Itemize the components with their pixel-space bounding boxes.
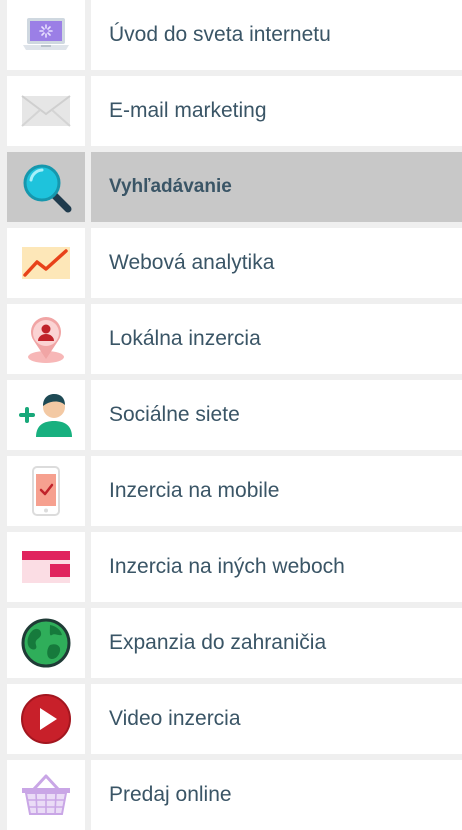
globe-icon — [20, 617, 72, 669]
menu-item-online-sales[interactable]: Predaj online — [0, 760, 462, 830]
menu-item-label: Vyhľadávanie — [109, 176, 232, 197]
menu-item-label-box: Webová analytika — [91, 228, 462, 298]
add-person-icon — [18, 391, 74, 439]
menu-item-label: Sociálne siete — [109, 403, 240, 426]
menu-item-icon-box — [7, 684, 85, 754]
menu-item-icon-box — [7, 532, 85, 602]
menu-item-video-ads[interactable]: Video inzercia — [0, 684, 462, 754]
menu-item-label: E-mail marketing — [109, 99, 267, 122]
menu-item-icon-box — [7, 0, 85, 70]
menu-item-label-box: Video inzercia — [91, 684, 462, 754]
menu-item-search[interactable]: Vyhľadávanie — [0, 152, 462, 222]
menu-item-label-box: E-mail marketing — [91, 76, 462, 146]
menu-item-label-box: Vyhľadávanie — [91, 152, 462, 222]
menu-item-icon-box — [7, 608, 85, 678]
display-ad-icon — [20, 549, 72, 585]
menu-item-label: Video inzercia — [109, 707, 241, 730]
menu-item-label: Lokálna inzercia — [109, 327, 261, 350]
menu-item-web-analytics[interactable]: Webová analytika — [0, 228, 462, 298]
chart-icon — [20, 245, 72, 281]
menu-item-label-box: Expanzia do zahraničia — [91, 608, 462, 678]
course-menu: Úvod do sveta internetu E-mail marketing — [0, 0, 462, 830]
menu-item-label: Úvod do sveta internetu — [109, 23, 331, 46]
basket-icon — [20, 773, 72, 817]
menu-item-icon-box — [7, 380, 85, 450]
menu-item-icon-box — [7, 152, 85, 222]
menu-item-intro[interactable]: Úvod do sveta internetu — [0, 0, 462, 70]
menu-item-label-box: Predaj online — [91, 760, 462, 830]
menu-item-label-box: Úvod do sveta internetu — [91, 0, 462, 70]
menu-item-label-box: Lokálna inzercia — [91, 304, 462, 374]
menu-item-international-expansion[interactable]: Expanzia do zahraničia — [0, 608, 462, 678]
menu-item-label-box: Sociálne siete — [91, 380, 462, 450]
menu-item-label: Webová analytika — [109, 251, 275, 274]
menu-item-label: Predaj online — [109, 783, 232, 806]
menu-item-social-networks[interactable]: Sociálne siete — [0, 380, 462, 450]
phone-icon — [31, 465, 61, 517]
menu-item-display-ads[interactable]: Inzercia na iných weboch — [0, 532, 462, 602]
menu-item-icon-box — [7, 304, 85, 374]
envelope-icon — [20, 93, 72, 129]
map-pin-icon — [22, 313, 70, 365]
menu-item-label: Inzercia na iných weboch — [109, 555, 345, 578]
menu-item-label-box: Inzercia na mobile — [91, 456, 462, 526]
menu-item-label-box: Inzercia na iných weboch — [91, 532, 462, 602]
magnifier-icon — [18, 159, 74, 215]
menu-item-mobile-ads[interactable]: Inzercia na mobile — [0, 456, 462, 526]
menu-item-icon-box — [7, 228, 85, 298]
menu-item-local-ads[interactable]: Lokálna inzercia — [0, 304, 462, 374]
menu-item-icon-box — [7, 456, 85, 526]
menu-item-label: Inzercia na mobile — [109, 479, 280, 502]
menu-item-icon-box — [7, 76, 85, 146]
menu-item-email-marketing[interactable]: E-mail marketing — [0, 76, 462, 146]
menu-item-icon-box — [7, 760, 85, 830]
laptop-icon — [21, 15, 71, 55]
menu-item-label: Expanzia do zahraničia — [109, 631, 327, 654]
play-icon — [20, 693, 72, 745]
